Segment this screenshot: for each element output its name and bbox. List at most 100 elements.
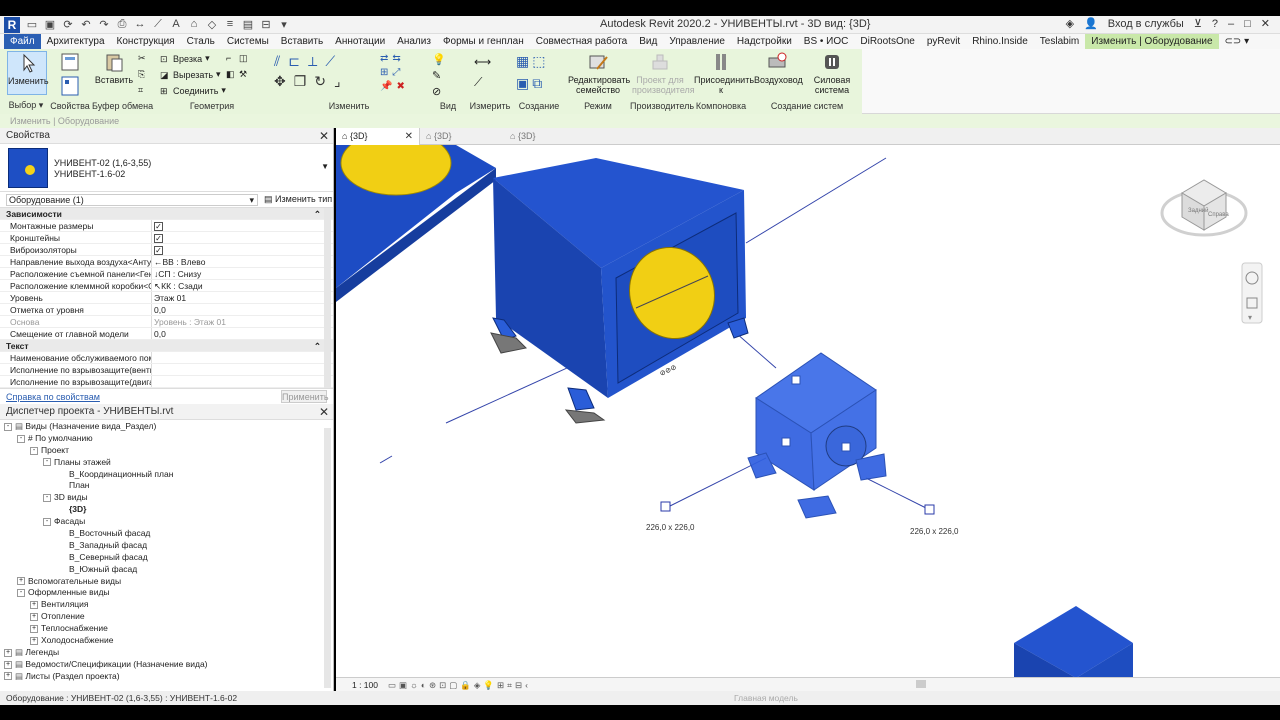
revit-logo[interactable]: R [4, 16, 20, 33]
create-group-icon[interactable]: ▣ [516, 75, 529, 92]
collapse-icon[interactable]: - [43, 517, 51, 526]
viewcube-back-face[interactable]: Задний [1188, 207, 1208, 214]
duct-system-button[interactable]: Воздуховод [754, 51, 803, 85]
create-parts-icon[interactable]: ⬚ [532, 53, 545, 70]
viewcube-right-face[interactable]: Справа [1208, 212, 1229, 218]
signin-link[interactable]: Вход в службы [1108, 18, 1184, 30]
tab-modify-equipment[interactable]: Изменить | Оборудование [1085, 34, 1219, 49]
text-icon[interactable]: A [170, 18, 182, 31]
browser-tree-item[interactable]: + ▤ Листы (Раздел проекта) [0, 670, 333, 682]
ribbon-toggle-icon[interactable]: ⊂⊃ ▾ [1219, 34, 1256, 49]
3d-viewport[interactable]: ⊘⊘⊘ Задний Справа ▾ [336, 128, 1280, 691]
property-value[interactable] [152, 352, 333, 363]
tab-insert[interactable]: Вставить [275, 34, 329, 49]
browser-tree-item[interactable]: В_Координационный план [0, 468, 333, 480]
trim-icon[interactable]: ⌟ [334, 73, 341, 90]
property-checkbox[interactable]: ✓ [154, 246, 163, 255]
property-row[interactable]: Уровень Этаж 01 [0, 292, 333, 304]
cut-clip-icon[interactable]: ✂ [138, 53, 148, 63]
temp-hide-icon[interactable]: ◈ [474, 678, 481, 691]
save-icon[interactable]: ▣ [44, 18, 56, 31]
view-tab-close-icon[interactable]: ✕ [405, 128, 413, 145]
property-value[interactable]: Уровень : Этаж 01 [152, 316, 333, 327]
power-system-button[interactable]: Силовая система [802, 51, 862, 95]
ventilation-unit-main[interactable]: ⊘⊘⊘ [490, 158, 749, 424]
ventilation-unit-left[interactable] [336, 130, 496, 302]
property-category[interactable]: Текст ⌃ [0, 340, 333, 352]
browser-tree-item[interactable]: + Вспомогательные виды [0, 575, 333, 587]
visual-style-icon[interactable]: ▣ [399, 678, 407, 691]
wall-joins-icon[interactable]: ⌐ [226, 53, 236, 63]
align-icon[interactable]: ⫽ [274, 53, 280, 70]
view-tab-active[interactable]: ⌂ {3D} ✕ [336, 128, 420, 145]
property-value[interactable]: 0,0 [152, 304, 333, 315]
constraints-icon[interactable]: ⊟ [515, 678, 522, 691]
hide-icon[interactable]: 💡 [432, 53, 446, 66]
property-checkbox[interactable]: ✓ [154, 222, 163, 231]
create-assembly-icon[interactable]: ▦ [516, 53, 529, 70]
redo-icon[interactable]: ↷ [98, 18, 110, 31]
property-row[interactable]: Исполнение по взрывозащите(вентил... [0, 364, 333, 376]
offset-icon[interactable]: ⊏ [288, 53, 300, 70]
browser-tree-item[interactable]: - # По умолчанию [0, 432, 333, 444]
browser-tree-item[interactable]: В_Восточный фасад [0, 527, 333, 539]
browser-tree-item[interactable]: - Оформленные виды [0, 586, 333, 598]
demolish-icon[interactable]: ⚒ [239, 69, 249, 79]
view-tab[interactable]: ⌂ {3D} [420, 128, 504, 145]
property-value[interactable]: 0,0 [152, 328, 333, 339]
copy-icon[interactable]: ⎘ [138, 69, 148, 79]
cut-in-button[interactable]: ⊡ Врезка ▾ [160, 53, 210, 64]
property-row[interactable]: Направление выхода воздуха<Антура... ←ВВ … [0, 256, 333, 268]
property-row[interactable]: Отметка от уровня 0,0 [0, 304, 333, 316]
properties-close-icon[interactable]: ✕ [319, 128, 329, 144]
3d-icon[interactable]: ⌂ [188, 18, 200, 31]
measure-distance-icon[interactable]: ⟷ [474, 55, 491, 69]
open-icon[interactable]: ▭ [26, 18, 38, 31]
measure-icon[interactable]: ↔ [134, 18, 146, 31]
property-value[interactable]: ↓СП : Снизу [152, 268, 333, 279]
analytical-model-icon[interactable]: ⌗ [507, 678, 512, 691]
browser-tree-item[interactable]: {3D} [0, 503, 333, 515]
expand-icon[interactable]: + [30, 636, 38, 645]
browser-tree-item[interactable]: + ▤ Легенды [0, 646, 333, 658]
view-scale[interactable]: 1 : 100 [352, 678, 378, 691]
type-selector[interactable]: УНИВЕНТ-02 (1,6-3,55) УНИВЕНТ-1.6-02 ▼ [0, 144, 333, 192]
ventilation-unit-selected[interactable] [747, 352, 887, 519]
expand-icon[interactable]: + [17, 577, 25, 586]
browser-tree-item[interactable]: + Вентиляция [0, 598, 333, 610]
browser-tree-item[interactable]: + ▤ Ведомости/Спецификации (Назначение ви… [0, 658, 333, 670]
collapse-icon[interactable]: - [30, 446, 38, 455]
modify-button[interactable]: Изменить [7, 51, 49, 95]
property-row[interactable]: Кронштейны ✓ [0, 232, 333, 244]
paint-icon[interactable]: ◧ [226, 69, 236, 79]
collapse-icon[interactable]: - [43, 458, 51, 467]
match-properties-icon[interactable]: ⌗ [138, 85, 148, 95]
create-similar-icon[interactable]: ⧉ [532, 75, 542, 92]
collapse-icon[interactable]: ‹ [525, 678, 528, 691]
browser-tree-item[interactable]: В_Западный фасад [0, 539, 333, 551]
shadows-icon[interactable]: ◐ [421, 678, 426, 691]
cart-icon[interactable]: ⊻ [1194, 17, 1202, 30]
property-value[interactable]: ←ВВ : Влево [152, 256, 333, 267]
tab-structure[interactable]: Конструкция [111, 34, 181, 49]
browser-tree-item[interactable]: -3D виды [0, 491, 333, 503]
lock-view-icon[interactable]: 🔒 [460, 678, 471, 691]
tab-massing[interactable]: Формы и генплан [437, 34, 530, 49]
property-row[interactable]: Расположение клеммной коробки<О... ↖КК : … [0, 280, 333, 292]
linework-icon[interactable]: ⊘ [432, 85, 441, 98]
connector-grip-right[interactable] [924, 504, 935, 515]
minimize-icon[interactable]: – [1228, 18, 1234, 30]
maximize-icon[interactable]: □ [1244, 18, 1251, 30]
property-value[interactable]: ✓ [152, 244, 333, 255]
browser-tree-item[interactable]: - Фасады [0, 515, 333, 527]
close-icon[interactable]: ✕ [1261, 17, 1270, 30]
sync-icon[interactable]: ⟳ [62, 18, 74, 31]
property-value[interactable]: ✓ [152, 232, 333, 243]
tab-systems[interactable]: Системы [221, 34, 275, 49]
tab-bs-ios[interactable]: BS • ИОС [798, 34, 855, 49]
property-row[interactable]: Исполнение по взрывозащите(двигат... [0, 376, 333, 388]
section-icon[interactable]: ◇ [206, 18, 218, 31]
split-icon[interactable]: ⇄ [380, 53, 388, 64]
browser-tree-item[interactable]: План [0, 479, 333, 491]
collapse-icon[interactable]: - [17, 434, 25, 443]
